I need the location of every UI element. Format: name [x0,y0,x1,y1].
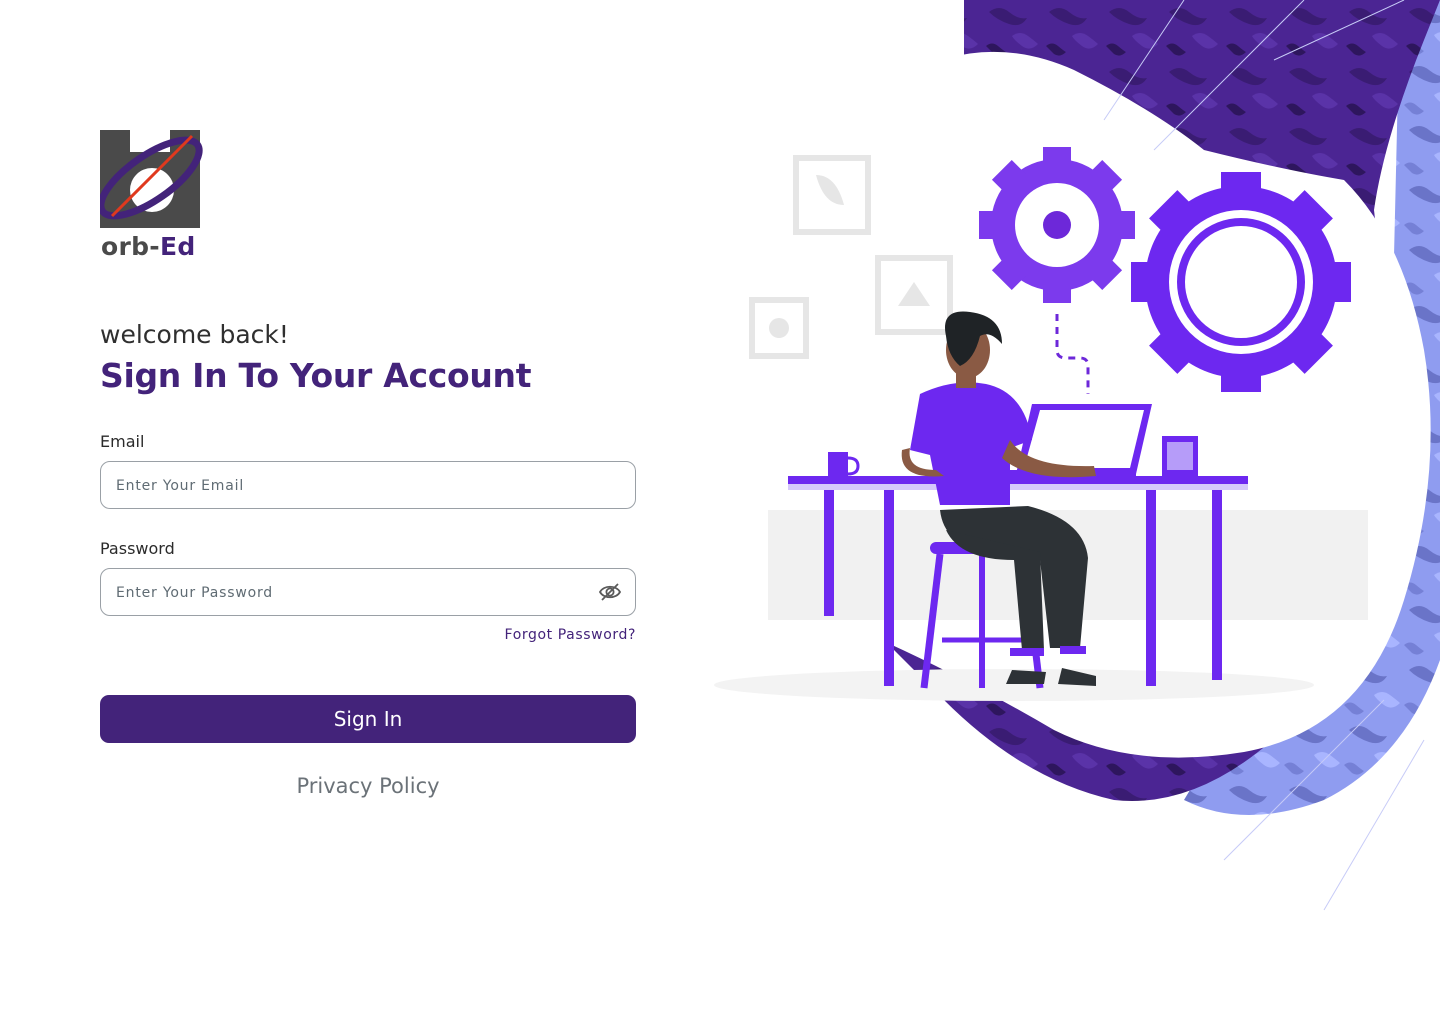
brand-logo: orb-Ed [100,128,204,268]
brand-name-part2: Ed [159,232,196,261]
password-label: Password [100,539,175,558]
email-label: Email [100,432,145,451]
email-field[interactable] [114,462,588,510]
page-title: Sign In To Your Account [100,356,532,395]
email-field-container [100,461,636,510]
brand-wordmark: orb-Ed [101,232,196,261]
hero-illustration [684,0,1440,1024]
illustration-svg [714,0,1440,911]
sign-in-button[interactable]: Sign In [100,695,636,743]
privacy-policy-link[interactable]: Privacy Policy [100,774,636,798]
password-field[interactable] [114,569,588,617]
logo-mark-icon [100,130,203,228]
brand-name-part1: orb- [101,232,160,261]
welcome-text: welcome back! [100,320,289,349]
forgot-password-link[interactable]: Forgot Password? [505,627,636,643]
password-field-container [100,568,636,617]
login-panel: orb-Ed welcome back! Sign In To Your Acc… [100,0,636,1024]
eye-off-icon[interactable] [598,581,622,603]
